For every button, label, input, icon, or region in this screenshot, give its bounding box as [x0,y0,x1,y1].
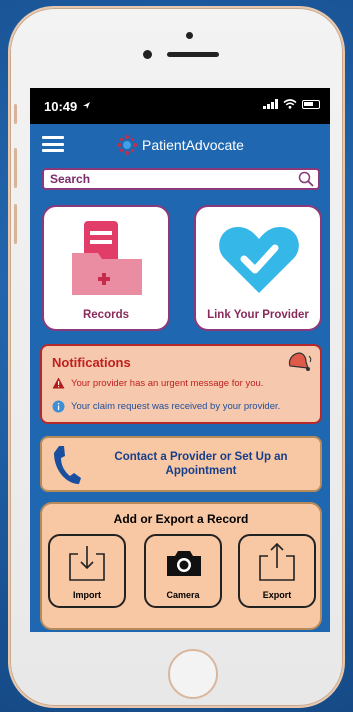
import-icon [69,546,105,581]
front-camera [143,50,152,59]
records-tile[interactable]: Records [42,205,170,331]
add-export-title: Add or Export a Record [113,512,249,526]
link-provider-tile[interactable]: Link Your Provider [194,205,322,331]
proximity-sensor [186,32,193,39]
earpiece-speaker [167,52,219,57]
records-label: Records [82,309,130,321]
records-folder-icon [72,221,142,295]
wifi-icon [283,99,297,109]
notifications-title: Notifications [52,355,131,370]
export-label: Export [262,590,292,600]
camera-label: Camera [166,590,200,600]
import-button[interactable]: Import [48,534,126,608]
app-header: PatientAdvocate [30,124,330,164]
patient-advocate-logo-icon [117,135,137,155]
app-screen: 10:49 PatientAdvocate Search Records Lin… [30,88,330,632]
add-export-section: Add or Export a Record Import Camera Exp… [40,502,322,630]
warning-icon [52,377,65,389]
status-icons [263,99,320,109]
volume-up-button [14,148,17,188]
phone-icon [54,446,81,484]
heart-check-icon [219,227,299,293]
search-placeholder: Search [50,172,91,186]
claim-notification-text: Your claim request was received by your … [71,401,281,412]
export-icon [259,542,295,581]
notifications-panel[interactable]: Notifications Your provider has an urgen… [40,344,322,424]
urgent-notification-text: Your provider has an urgent message for … [71,377,264,389]
brand-name: PatientAdvocate [142,137,244,153]
home-button[interactable] [168,649,218,699]
camera-button[interactable]: Camera [144,534,222,608]
import-label: Import [73,590,101,600]
search-icon[interactable] [298,171,314,187]
volume-down-button [14,204,17,244]
contact-provider-label: Contact a Provider or Set Up an Appointm… [114,451,288,477]
hamburger-menu-icon[interactable] [42,136,64,152]
info-icon [52,400,65,413]
signal-icon [263,99,278,109]
brand-logo: PatientAdvocate [116,134,244,156]
contact-provider-button[interactable]: Contact a Provider or Set Up an Appointm… [40,436,322,492]
mute-switch [14,104,17,124]
search-input[interactable]: Search [42,168,320,190]
battery-icon [302,99,320,109]
location-arrow-icon [83,102,90,109]
export-button[interactable]: Export [238,534,316,608]
link-provider-label: Link Your Provider [207,309,309,321]
alert-bell-icon[interactable] [286,350,312,374]
status-time: 10:49 [44,99,78,114]
claim-notification[interactable]: Your claim request was received by your … [52,400,280,413]
status-bar: 10:49 [30,88,330,124]
urgent-notification[interactable]: Your provider has an urgent message for … [52,377,263,389]
camera-icon [167,551,201,576]
